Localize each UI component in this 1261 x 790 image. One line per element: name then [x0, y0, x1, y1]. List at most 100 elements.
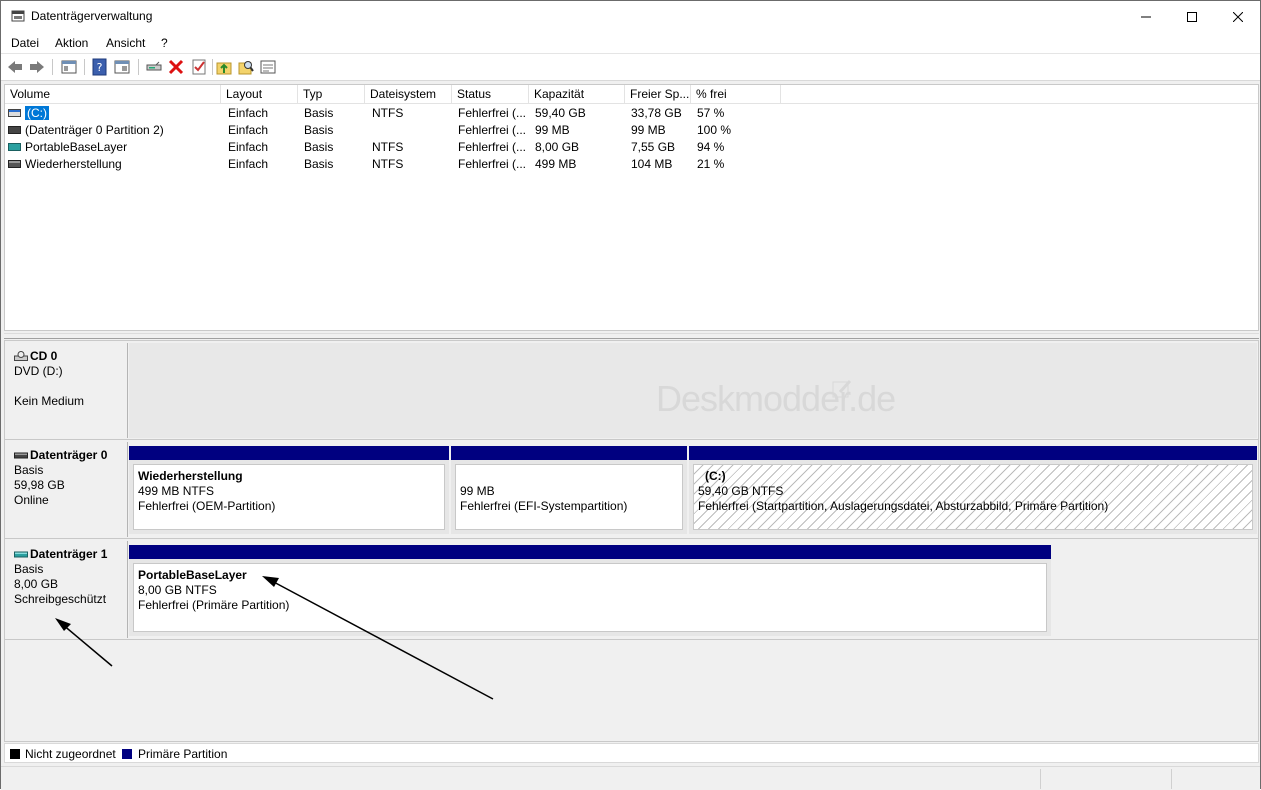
hard-disk-icon: [14, 452, 28, 459]
partition-size: 59,40 GB NTFS: [698, 484, 784, 498]
cd0-area[interactable]: Deskmodder.de: [129, 343, 1257, 438]
volume-name: PortableBaseLayer: [25, 140, 128, 154]
volume-name: Wiederherstellung: [25, 157, 122, 171]
cd-media-status: Kein Medium: [14, 394, 85, 408]
partition-size: 99 MB: [460, 484, 495, 498]
table-row[interactable]: PortableBaseLayer Einfach Basis NTFS Feh…: [5, 139, 1258, 156]
pane-splitter[interactable]: [4, 333, 1259, 339]
disk-name: Datenträger 1: [30, 547, 108, 561]
watermark: Deskmodder.de: [656, 378, 896, 419]
disk-type: Basis: [14, 463, 44, 477]
layout-cell: Einfach: [228, 106, 269, 120]
toolbar-separator: [84, 59, 85, 75]
table-row[interactable]: Wiederherstellung Einfach Basis NTFS Feh…: [5, 156, 1258, 173]
pencil-icon: [832, 379, 852, 398]
partition-size: 499 MB NTFS: [138, 484, 215, 498]
layout-cell: Einfach: [228, 140, 269, 154]
maximize-button[interactable]: [1169, 1, 1215, 32]
partition-bar: [129, 446, 449, 460]
column-header-layout[interactable]: Layout: [221, 85, 298, 104]
dateisystem-cell: NTFS: [372, 157, 404, 171]
help-icon[interactable]: ?: [91, 58, 109, 76]
properties-icon[interactable]: [113, 58, 131, 76]
kapazitaet-cell: 8,00 GB: [535, 140, 580, 154]
connect-disk-icon[interactable]: [145, 58, 163, 76]
table-row[interactable]: (C:) Einfach Basis NTFS Fehlerfrei (... …: [5, 105, 1258, 122]
disk-state: Online: [14, 493, 49, 507]
partition-status: Fehlerfrei (Primäre Partition): [138, 598, 290, 612]
disk-label-datentraeger-0[interactable]: Datenträger 0 Basis 59,98 GB Online: [6, 442, 128, 537]
frei-cell: 104 MB: [631, 157, 673, 171]
table-row[interactable]: (Datenträger 0 Partition 2) Einfach Basi…: [5, 122, 1258, 139]
partition-name: PortableBaseLayer: [138, 568, 247, 582]
column-header-dateisystem[interactable]: Dateisystem: [365, 85, 452, 104]
typ-cell: Basis: [304, 123, 334, 137]
close-button[interactable]: [1215, 1, 1261, 32]
column-header-prozent-frei[interactable]: % frei: [691, 85, 781, 104]
column-header-status[interactable]: Status: [452, 85, 529, 104]
disk-type: Basis: [14, 562, 44, 576]
up-level-icon[interactable]: [215, 58, 233, 76]
forward-icon[interactable]: [28, 58, 46, 76]
partition-bar: [689, 446, 1257, 460]
volume-name[interactable]: (C:): [25, 106, 49, 120]
partition-size: 8,00 GB NTFS: [138, 583, 217, 597]
menu-ansicht[interactable]: Ansicht: [106, 36, 145, 50]
minimize-button[interactable]: [1123, 1, 1169, 32]
disk-separator: [5, 639, 1258, 640]
partition-bar: [451, 446, 687, 460]
partition-status: Fehlerfrei (OEM-Partition): [138, 499, 276, 513]
menu-aktion[interactable]: Aktion: [55, 36, 88, 50]
export-list-icon[interactable]: [259, 58, 277, 76]
search-icon[interactable]: [237, 58, 255, 76]
menu-bar: Datei Aktion Ansicht ?: [1, 32, 1260, 54]
checklist-icon[interactable]: [190, 58, 208, 76]
close-icon: [1233, 11, 1243, 22]
cd-drive-letter: DVD (D:): [14, 364, 63, 378]
menu-datei[interactable]: Datei: [11, 36, 39, 50]
partition-efi[interactable]: 99 MB Fehlerfrei (EFI-Systempartition): [451, 446, 687, 534]
prozent-cell: 100 %: [697, 123, 732, 137]
column-header-volume[interactable]: Volume: [5, 85, 221, 104]
status-separator: [1040, 769, 1041, 789]
partition-wiederherstellung[interactable]: Wiederherstellung 499 MB NTFS Fehlerfrei…: [129, 446, 449, 534]
cd-drive-icon: [14, 351, 28, 361]
disk-state: Schreibgeschützt: [14, 592, 107, 606]
disk-size: 8,00 GB: [14, 577, 59, 591]
window-title: Datenträgerverwaltung: [31, 9, 153, 23]
show-hide-console-tree-icon[interactable]: [60, 58, 78, 76]
prozent-cell: 94 %: [697, 140, 725, 154]
dateisystem-cell: NTFS: [372, 106, 404, 120]
status-bar: [1, 766, 1260, 790]
partition-portablebaselayer[interactable]: PortableBaseLayer 8,00 GB NTFS Fehlerfre…: [129, 545, 1051, 636]
legend-label: Nicht zugeordnet: [25, 747, 116, 761]
toolbar-separator: [52, 59, 53, 75]
kapazitaet-cell: 59,40 GB: [535, 106, 586, 120]
status-cell: Fehlerfrei (...: [458, 123, 527, 137]
disk-label-datentraeger-1[interactable]: Datenträger 1 Basis 8,00 GB Schreibgesch…: [6, 541, 128, 638]
partition-status: Fehlerfrei (EFI-Systempartition): [460, 499, 628, 513]
column-header-typ[interactable]: Typ: [298, 85, 365, 104]
volume-list[interactable]: Volume Layout Typ Dateisystem Status Kap…: [4, 84, 1259, 331]
removable-disk-icon: [14, 551, 28, 558]
delete-icon[interactable]: [167, 58, 185, 76]
disk-label-cd0[interactable]: CD 0 DVD (D:) Kein Medium: [6, 343, 128, 438]
disk-size: 59,98 GB: [14, 478, 65, 492]
prozent-cell: 21 %: [697, 157, 725, 171]
legend-swatch-unallocated: [10, 749, 20, 759]
column-header-kapazitaet[interactable]: Kapazität: [529, 85, 625, 104]
back-icon[interactable]: [6, 58, 24, 76]
status-cell: Fehlerfrei (...: [458, 157, 527, 171]
dateisystem-cell: NTFS: [372, 140, 404, 154]
title-bar: Datenträgerverwaltung: [1, 1, 1260, 32]
maximize-icon: [1187, 11, 1197, 22]
frei-cell: 99 MB: [631, 123, 666, 137]
volume-list-header: Volume Layout Typ Dateisystem Status Kap…: [5, 85, 1258, 104]
disk-management-app-icon: [11, 10, 25, 22]
typ-cell: Basis: [304, 157, 334, 171]
column-header-freier-speicher[interactable]: Freier Sp...: [625, 85, 691, 104]
menu-help[interactable]: ?: [161, 36, 168, 50]
partition-c[interactable]: (C:) 59,40 GB NTFS Fehlerfrei (Startpart…: [689, 446, 1257, 534]
toolbar-separator: [212, 59, 213, 75]
disk-name: CD 0: [30, 349, 58, 363]
